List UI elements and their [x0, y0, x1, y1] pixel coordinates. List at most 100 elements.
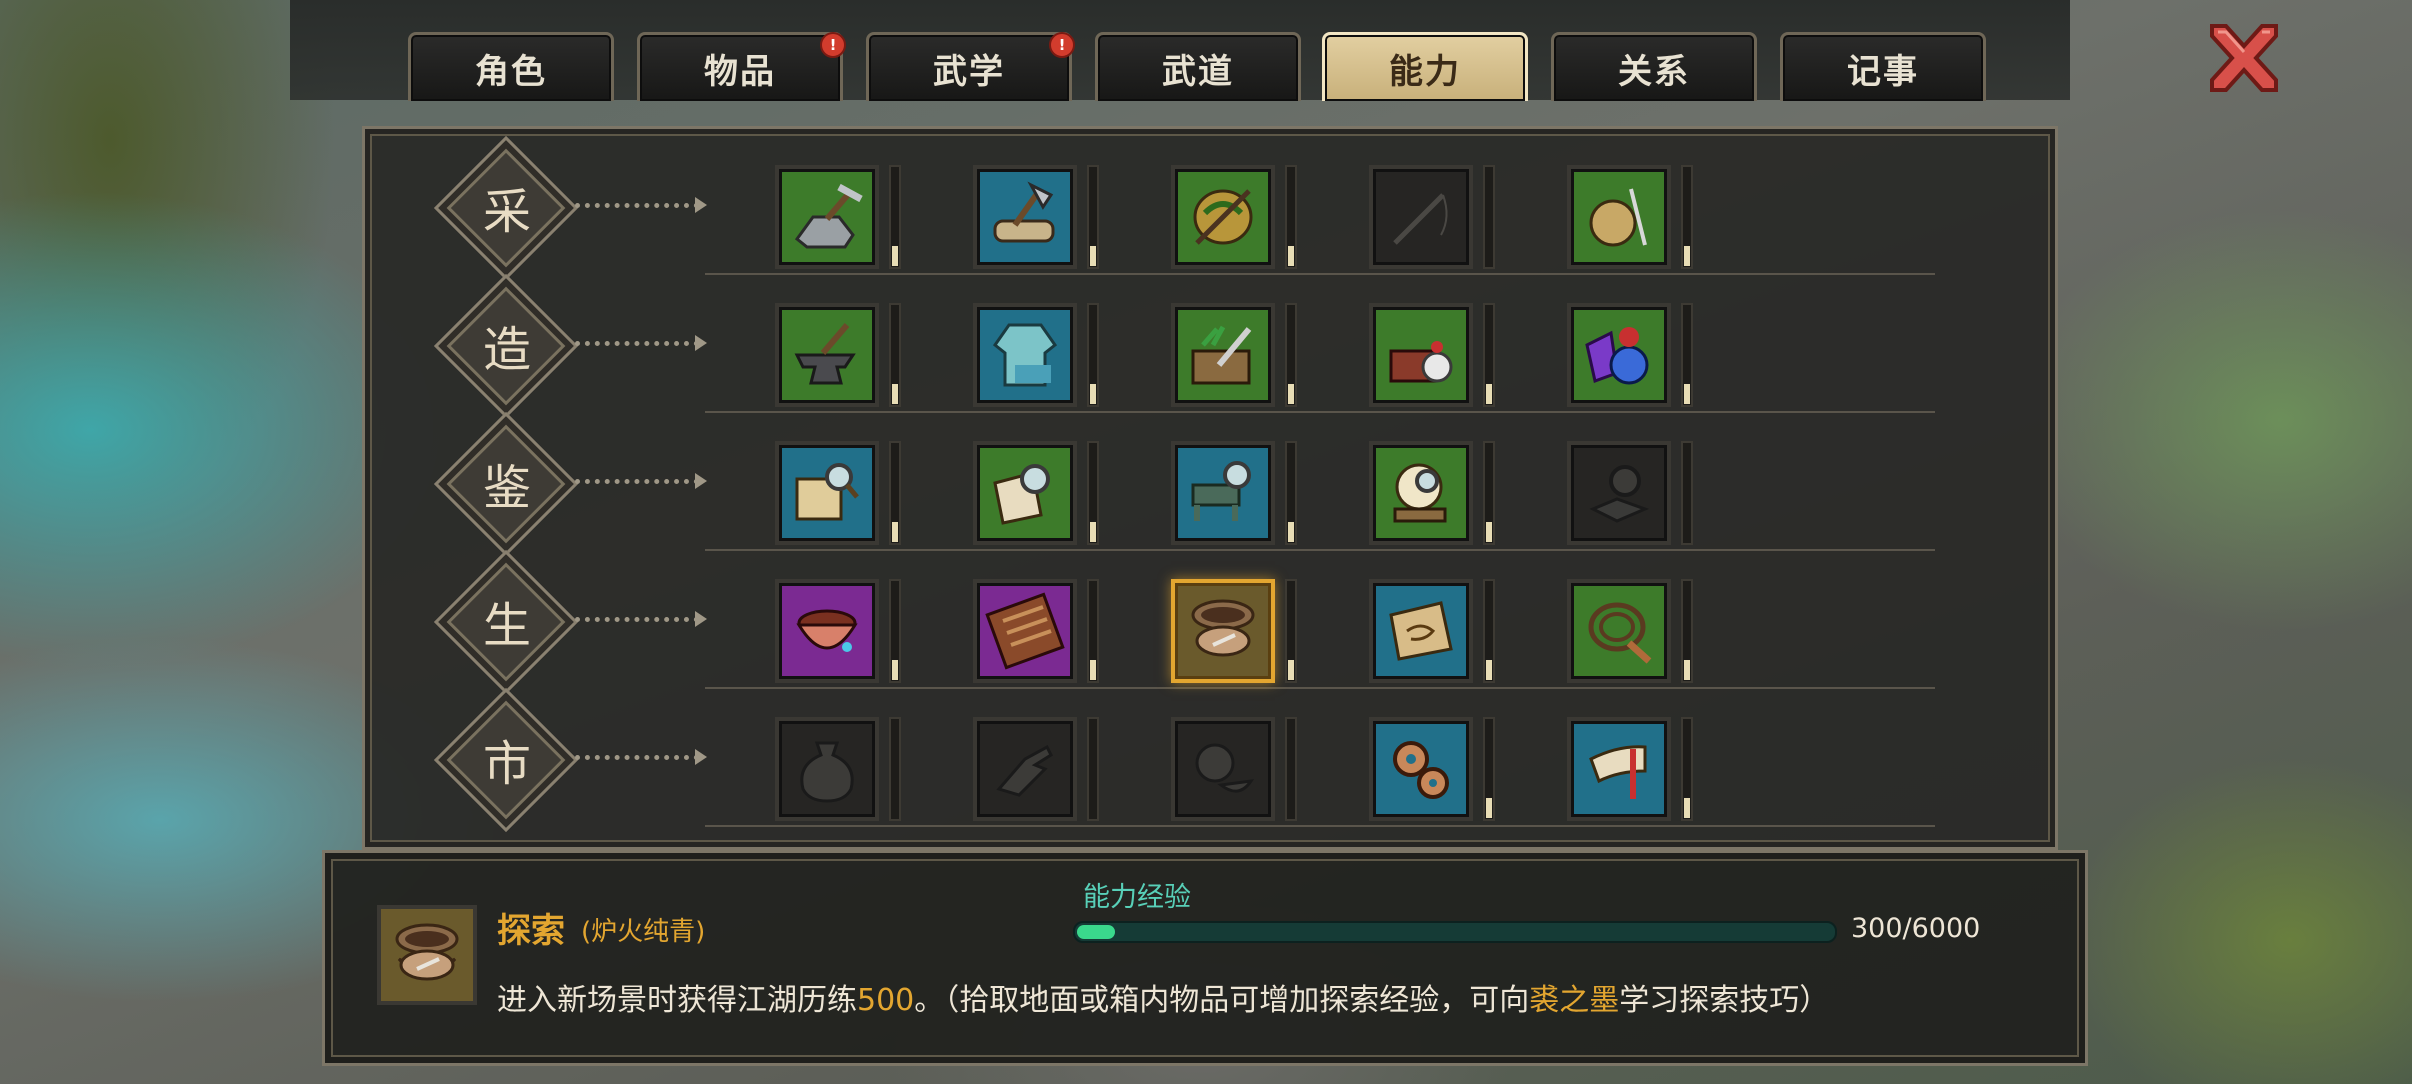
tab-relations[interactable]: 关系 — [1551, 32, 1757, 101]
tab-abilities[interactable]: 能力 — [1322, 32, 1528, 101]
skill-level-bar — [1483, 579, 1495, 683]
skill-slot[interactable] — [1567, 441, 1697, 553]
tab-character[interactable]: 角色 — [408, 32, 614, 101]
skill-slot[interactable] — [1567, 717, 1697, 829]
skill-level-bar — [1285, 303, 1297, 407]
fishing-rod-icon — [1393, 193, 1448, 245]
skill-slot[interactable] — [973, 165, 1103, 277]
skill-icon-frame[interactable] — [1369, 717, 1473, 821]
skill-slot[interactable] — [1567, 579, 1697, 691]
skill-row: 生 — [365, 549, 2055, 695]
skill-icon-frame[interactable] — [973, 165, 1077, 269]
skill-level-fill — [1090, 384, 1096, 404]
skill-level-bar — [889, 165, 901, 269]
skill-icon-frame[interactable] — [1567, 165, 1671, 269]
skill-level-fill — [1090, 246, 1096, 266]
skill-slot[interactable] — [1171, 717, 1301, 829]
skill-icon-frame[interactable] — [775, 441, 879, 545]
anvil-hammer-icon — [794, 323, 856, 385]
map-icon — [1389, 601, 1453, 661]
skill-slot[interactable] — [973, 717, 1103, 829]
skill-icon-frame[interactable] — [973, 303, 1077, 407]
category-label: 鉴 — [482, 460, 531, 516]
skill-icon-frame[interactable] — [1369, 165, 1473, 269]
skill-icon-frame[interactable] — [973, 579, 1077, 683]
skill-slot[interactable] — [1369, 579, 1499, 691]
skill-icon-frame[interactable] — [1567, 441, 1671, 545]
skill-level-fill — [1288, 660, 1294, 680]
category-label: 造 — [482, 322, 531, 378]
skill-slot[interactable] — [1171, 441, 1301, 553]
skill-icon-frame[interactable] — [1171, 717, 1275, 821]
skill-icon-frame[interactable] — [1567, 303, 1671, 407]
category-label: 市 — [482, 736, 531, 792]
alert-badge-icon: ! — [820, 32, 846, 58]
skill-icon-frame[interactable] — [973, 717, 1077, 821]
close-button[interactable] — [2204, 20, 2284, 96]
skill-slot[interactable] — [973, 303, 1103, 415]
xp-progress-bar — [1073, 921, 1837, 943]
skill-level-fill — [1486, 660, 1492, 680]
skill-slot[interactable] — [1171, 165, 1301, 277]
skill-icon-frame[interactable] — [1171, 441, 1275, 545]
skill-icon-frame[interactable] — [775, 717, 879, 821]
skill-slot[interactable] — [1567, 303, 1697, 415]
skill-icon-frame[interactable] — [775, 579, 879, 683]
skill-slot[interactable] — [1567, 165, 1697, 277]
skill-level-fill — [1684, 246, 1690, 266]
skill-icon-frame[interactable] — [1369, 303, 1473, 407]
skill-icon-frame[interactable] — [973, 441, 1077, 545]
skill-level-bar — [1681, 303, 1693, 407]
dotted-connector — [575, 341, 699, 346]
skill-level-bar — [1087, 441, 1099, 545]
skill-level-bar — [1087, 717, 1099, 821]
explore-pot-icon — [1191, 599, 1255, 657]
skill-slot[interactable] — [775, 717, 905, 829]
skill-icon-frame[interactable] — [1369, 579, 1473, 683]
skill-level-fill — [1288, 246, 1294, 266]
skill-level-fill — [892, 384, 898, 404]
stone-magnifier-icon — [1589, 465, 1650, 523]
skill-level-fill — [1486, 384, 1492, 404]
skill-row: 市 — [365, 687, 2055, 833]
skill-name: 探索 — [497, 911, 565, 951]
tab-items[interactable]: 物品! — [637, 32, 846, 101]
skill-icon-frame[interactable] — [1567, 717, 1671, 821]
skill-slot[interactable] — [775, 579, 905, 691]
skill-icon-frame[interactable] — [1171, 303, 1275, 407]
gears-icon — [1393, 741, 1449, 799]
skill-icon-frame[interactable] — [1369, 441, 1473, 545]
skill-icon-frame[interactable] — [1567, 579, 1671, 683]
mortar-pestle-icon — [1389, 341, 1453, 383]
tab-journal[interactable]: 记事 — [1780, 32, 1986, 101]
arrow-icon — [695, 335, 707, 351]
skill-slot[interactable] — [1171, 579, 1301, 691]
skill-slot[interactable] — [973, 441, 1103, 553]
skill-row: 造 — [365, 273, 2055, 419]
skill-level-fill — [1486, 798, 1492, 818]
skill-level-fill — [1684, 798, 1690, 818]
skill-slot[interactable] — [973, 579, 1103, 691]
cloth-magnifier-icon — [993, 464, 1050, 525]
arrow-icon — [695, 749, 707, 765]
skill-slot[interactable] — [1369, 303, 1499, 415]
skill-slot[interactable] — [1369, 441, 1499, 553]
skill-icon-frame[interactable] — [1171, 165, 1275, 269]
skill-slot[interactable] — [775, 303, 905, 415]
skill-level-bar — [1285, 165, 1297, 269]
skill-slot[interactable] — [1369, 717, 1499, 829]
skill-slot[interactable] — [1369, 165, 1499, 277]
skill-icon-frame[interactable] — [775, 303, 879, 407]
arrow-icon — [695, 197, 707, 213]
pot-icon — [1195, 743, 1255, 793]
skill-icon-frame[interactable] — [775, 165, 879, 269]
tab-martial-way[interactable]: 武道 — [1095, 32, 1301, 101]
tab-martial-arts[interactable]: 武学! — [866, 32, 1075, 101]
skill-slot[interactable] — [775, 165, 905, 277]
skill-level-bar — [889, 441, 901, 545]
skill-slot[interactable] — [1171, 303, 1301, 415]
skill-slot[interactable] — [775, 441, 905, 553]
desc-value: 500 — [857, 983, 915, 1018]
skill-level-bar — [1483, 717, 1495, 821]
skill-icon-frame[interactable] — [1171, 579, 1275, 683]
